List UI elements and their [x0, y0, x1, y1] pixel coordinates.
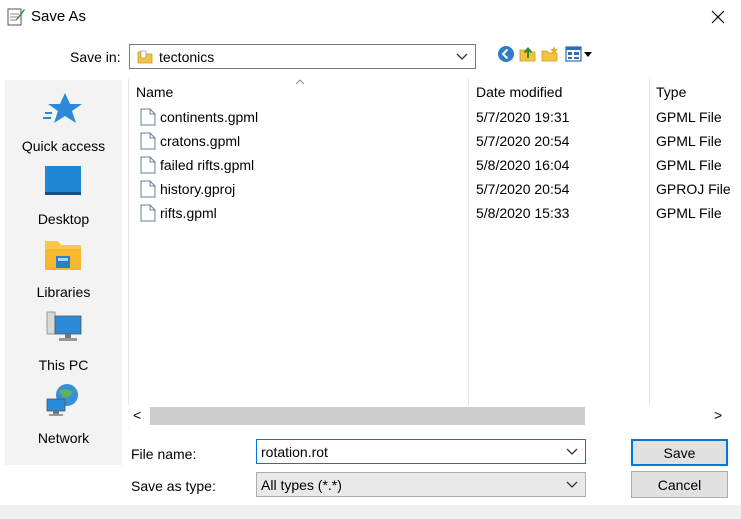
file-icon [140, 108, 156, 126]
cancel-button[interactable]: Cancel [631, 471, 728, 498]
star-icon [43, 93, 82, 123]
save-as-type-label: Save as type: [131, 478, 216, 494]
save-in-label: Save in: [70, 49, 121, 65]
title-bar: Save As [0, 0, 741, 34]
horizontal-scrollbar[interactable]: < > [128, 405, 741, 427]
place-label: Network [37, 430, 90, 446]
scrollbar-thumb[interactable] [150, 407, 585, 425]
folder-icon [137, 50, 153, 64]
place-label: This PC [38, 357, 89, 373]
file-date: 5/7/2020 20:54 [476, 133, 570, 149]
save-in-value: tectonics [159, 48, 215, 65]
dialog-bottom-edge [0, 505, 741, 519]
file-type: GPML File [656, 133, 722, 149]
desktop-icon [45, 166, 81, 195]
places-bar: Quick access Desktop Libraries This PC N… [5, 80, 122, 465]
chevron-down-icon[interactable] [566, 448, 578, 456]
file-icon [140, 132, 156, 150]
file-name: continents.gpml [160, 109, 259, 125]
view-menu-icon[interactable] [565, 45, 593, 63]
place-label: Quick access [21, 138, 106, 154]
file-type: GPML File [656, 205, 722, 221]
place-label: Desktop [37, 211, 90, 227]
network-icon [46, 384, 78, 416]
computer-icon [46, 311, 82, 341]
chevron-down-icon [566, 481, 578, 488]
file-row[interactable]: cratons.gpml 5/7/2020 20:54 GPML File [129, 129, 741, 153]
file-name: rifts.gpml [160, 205, 217, 221]
window-title: Save As [31, 8, 87, 25]
file-type: GPROJ File [656, 181, 731, 197]
file-date: 5/7/2020 20:54 [476, 181, 570, 197]
file-icon [140, 204, 156, 222]
file-name: failed rifts.gpml [160, 157, 255, 173]
save-as-type-value: All types (*.*) [261, 476, 342, 493]
file-type: GPML File [656, 157, 722, 173]
file-date: 5/8/2020 16:04 [476, 157, 570, 173]
file-name: history.gproj [160, 181, 236, 197]
place-label: Libraries [36, 284, 91, 300]
file-row[interactable]: history.gproj 5/7/2020 20:54 GPROJ File [129, 177, 741, 201]
file-icon [140, 156, 156, 174]
file-name-value: rotation.rot [261, 443, 328, 460]
file-name: cratons.gpml [160, 133, 241, 149]
up-folder-icon[interactable] [519, 45, 537, 63]
save-as-type-select[interactable]: All types (*.*) [256, 472, 586, 497]
new-folder-icon[interactable] [541, 45, 559, 63]
close-icon [711, 10, 725, 24]
file-row[interactable]: failed rifts.gpml 5/8/2020 16:04 GPML Fi… [129, 153, 741, 177]
libraries-icon [45, 241, 81, 270]
file-type: GPML File [656, 109, 722, 125]
file-name-input[interactable]: rotation.rot [256, 439, 586, 464]
file-date: 5/7/2020 19:31 [476, 109, 570, 125]
notepad-icon [7, 8, 25, 26]
file-list[interactable]: Name Date modified Type continents.gpml … [128, 79, 741, 428]
scroll-right-button[interactable]: > [714, 407, 722, 423]
close-button[interactable] [695, 0, 741, 34]
back-icon[interactable] [497, 45, 515, 63]
file-row[interactable]: rifts.gpml 5/8/2020 15:33 GPML File [129, 201, 741, 225]
file-date: 5/8/2020 15:33 [476, 205, 570, 221]
file-name-label: File name: [131, 446, 197, 462]
save-button[interactable]: Save [631, 439, 728, 466]
file-row[interactable]: continents.gpml 5/7/2020 19:31 GPML File [129, 105, 741, 129]
file-icon [140, 180, 156, 198]
scroll-left-button[interactable]: < [133, 407, 141, 423]
chevron-down-icon [456, 53, 468, 60]
save-in-combo[interactable]: tectonics [129, 44, 476, 69]
